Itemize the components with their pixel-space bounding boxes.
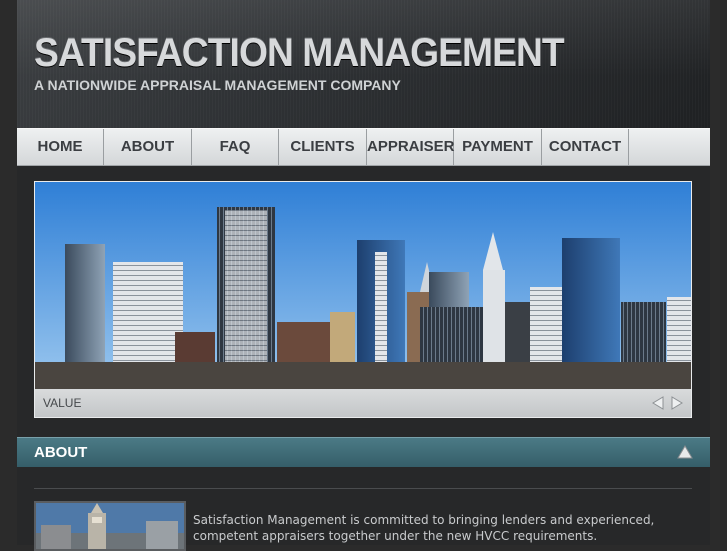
nav-payment[interactable]: PAYMENT [454,129,542,165]
city-hall-image [36,503,184,549]
about-section-bar[interactable]: ABOUT [17,437,710,467]
main-nav: HOME ABOUT FAQ CLIENTS APPRAISER PAYMENT… [17,128,710,166]
triangle-left-icon[interactable] [651,395,665,411]
nav-contact[interactable]: CONTACT [542,129,629,165]
site-title[interactable]: SATISFACTION MANAGEMENT [34,31,565,76]
nav-home[interactable]: HOME [17,129,104,165]
about-description: Satisfaction Management is committed to … [193,513,655,543]
nav-about[interactable]: ABOUT [104,129,192,165]
triangle-up-icon[interactable] [676,444,694,460]
nav-clients[interactable]: CLIENTS [279,129,367,165]
nav-appraiser[interactable]: APPRAISER [367,129,455,165]
nav-faq[interactable]: FAQ [192,129,279,165]
about-thumbnail [34,501,186,551]
slider-caption-bar: VALUE [35,389,691,417]
section-title-about: ABOUT [34,444,88,461]
image-slider: VALUE [34,181,692,418]
skyline-illustration [35,182,691,389]
content-divider [34,488,692,489]
slide-caption: VALUE [43,396,82,410]
site-header: SATISFACTION MANAGEMENT A NATIONWIDE APP… [17,0,710,128]
site-tagline: A NATIONWIDE APPRAISAL MANAGEMENT COMPAN… [34,77,401,93]
slide-image-skyline [35,182,691,389]
triangle-right-icon[interactable] [670,395,684,411]
